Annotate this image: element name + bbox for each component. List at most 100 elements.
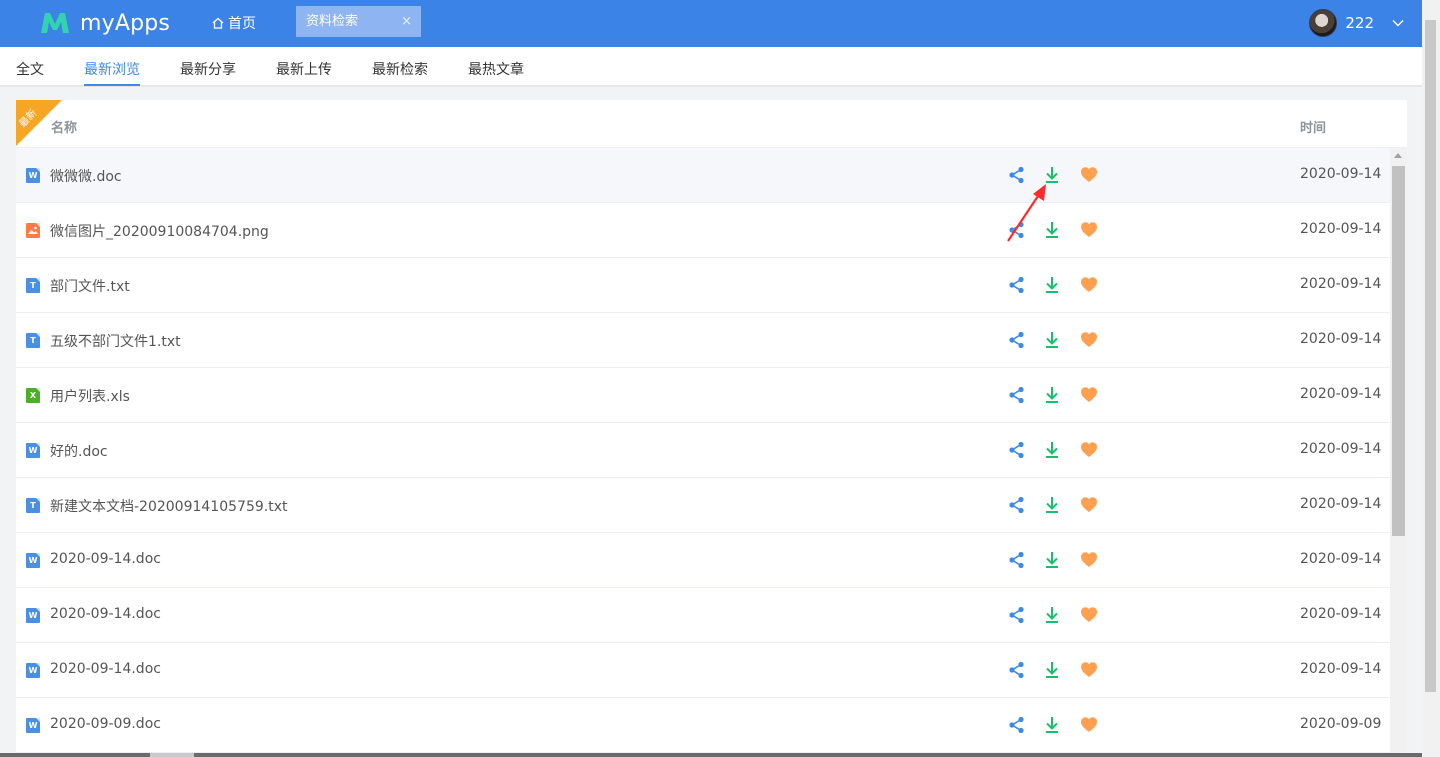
heart-icon[interactable] [1080, 551, 1100, 571]
download-icon[interactable] [1044, 331, 1064, 351]
close-icon[interactable]: × [401, 6, 412, 37]
doc-file-icon: W [26, 663, 40, 678]
chevron-down-icon [1382, 19, 1404, 27]
file-time: 2020-09-14 [1300, 276, 1382, 292]
heart-icon[interactable] [1080, 331, 1100, 351]
doc-file-icon: W [26, 718, 40, 733]
file-time: 2020-09-14 [1300, 441, 1382, 457]
user-name: 222 [1345, 14, 1374, 32]
file-name[interactable]: 好的.doc [50, 441, 108, 461]
table-row[interactable]: W 2020-09-14.doc 2020-09-14 [16, 643, 1390, 698]
doc-file-icon: W [26, 168, 40, 183]
share-icon[interactable] [1008, 606, 1028, 626]
file-time: 2020-09-09 [1300, 716, 1382, 732]
file-name[interactable]: 2020-09-14.doc [50, 551, 161, 567]
tab-recent-searched[interactable]: 最新检索 [372, 59, 428, 79]
file-name[interactable]: 2020-09-14.doc [50, 661, 161, 677]
download-icon[interactable] [1044, 716, 1064, 736]
file-time: 2020-09-14 [1300, 661, 1382, 677]
window-scrollbar[interactable] [1422, 0, 1440, 757]
file-time: 2020-09-14 [1300, 221, 1382, 237]
heart-icon[interactable] [1080, 606, 1100, 626]
file-name[interactable]: 2020-09-14.doc [50, 606, 161, 622]
table-scrollbar[interactable] [1390, 148, 1407, 757]
bottom-scroll-thumb[interactable] [150, 753, 194, 757]
file-name[interactable]: 五级不部门文件1.txt [50, 331, 181, 351]
active-tab-indicator [84, 84, 140, 86]
heart-icon[interactable] [1080, 221, 1100, 241]
avatar [1309, 9, 1338, 37]
doc-file-icon: W [26, 608, 40, 623]
heart-icon[interactable] [1080, 441, 1100, 461]
share-icon[interactable] [1008, 331, 1028, 351]
share-icon[interactable] [1008, 551, 1028, 571]
heart-icon[interactable] [1080, 276, 1100, 296]
table-row[interactable]: W 2020-09-14.doc 2020-09-14 [16, 588, 1390, 643]
table-row[interactable]: 微信图片_20200910084704.png 2020-09-14 [16, 203, 1390, 258]
share-icon[interactable] [1008, 276, 1028, 296]
file-time: 2020-09-14 [1300, 386, 1382, 402]
download-icon[interactable] [1044, 606, 1064, 626]
txt-file-icon: T [26, 333, 40, 348]
file-name[interactable]: 微信图片_20200910084704.png [50, 221, 269, 241]
tab-full-text[interactable]: 全文 [16, 59, 44, 79]
user-menu[interactable]: 222 [1309, 9, 1404, 37]
heart-icon[interactable] [1080, 386, 1100, 406]
open-tab-label: 资料检索 [306, 14, 359, 29]
table-scroll-thumb[interactable] [1392, 166, 1405, 536]
share-icon[interactable] [1008, 661, 1028, 681]
tab-recent-shared[interactable]: 最新分享 [180, 59, 236, 79]
file-time: 2020-09-14 [1300, 551, 1382, 567]
window-scroll-thumb[interactable] [1425, 20, 1436, 692]
download-icon[interactable] [1044, 276, 1064, 296]
heart-icon[interactable] [1080, 496, 1100, 516]
table-row[interactable]: W 好的.doc 2020-09-14 [16, 423, 1390, 478]
table-row[interactable]: T 新建文本文档-20200914105759.txt 2020-09-14 [16, 478, 1390, 533]
share-icon[interactable] [1008, 441, 1028, 461]
nav-home-label: 首页 [228, 16, 256, 32]
scroll-up-icon[interactable] [1394, 153, 1402, 158]
download-icon[interactable] [1044, 661, 1064, 681]
sub-navigation: 全文 最新浏览 最新分享 最新上传 最新检索 最热文章 [0, 47, 1422, 87]
table-row[interactable]: T 五级不部门文件1.txt 2020-09-14 [16, 313, 1390, 368]
logo-m-icon [40, 11, 70, 35]
tab-recent-viewed[interactable]: 最新浏览 [84, 59, 140, 79]
download-icon[interactable] [1044, 441, 1064, 461]
txt-file-icon: T [26, 498, 40, 513]
file-name[interactable]: 新建文本文档-20200914105759.txt [50, 496, 287, 516]
png-file-icon [26, 223, 40, 238]
download-icon[interactable] [1044, 551, 1064, 571]
app-logo[interactable]: myApps [40, 8, 170, 38]
tab-hot-articles[interactable]: 最热文章 [468, 59, 524, 79]
file-name[interactable]: 2020-09-09.doc [50, 716, 161, 732]
tab-recent-uploaded[interactable]: 最新上传 [276, 59, 332, 79]
share-icon[interactable] [1008, 496, 1028, 516]
file-time: 2020-09-14 [1300, 606, 1382, 622]
app-name: myApps [80, 10, 171, 36]
table-row[interactable]: X 用户列表.xls 2020-09-14 [16, 368, 1390, 423]
share-icon[interactable] [1008, 716, 1028, 736]
new-ribbon: 最新 [16, 100, 62, 146]
heart-icon[interactable] [1080, 661, 1100, 681]
file-name[interactable]: 用户列表.xls [50, 386, 130, 406]
file-time: 2020-09-14 [1300, 496, 1382, 512]
open-tab-resource-search[interactable]: 资料检索 × [296, 6, 421, 37]
home-icon [212, 17, 224, 29]
download-icon[interactable] [1044, 496, 1064, 516]
table-row[interactable]: W 2020-09-09.doc 2020-09-09 [16, 698, 1390, 753]
download-icon[interactable] [1044, 386, 1064, 406]
bottom-scrollbar[interactable] [0, 753, 1422, 757]
file-name[interactable]: 微微微.doc [50, 166, 122, 186]
file-name[interactable]: 部门文件.txt [50, 276, 130, 296]
file-time: 2020-09-14 [1300, 166, 1382, 182]
heart-icon[interactable] [1080, 166, 1100, 186]
heart-icon[interactable] [1080, 716, 1100, 736]
nav-home-link[interactable]: 首页 [212, 13, 256, 33]
txt-file-icon: T [26, 278, 40, 293]
file-time: 2020-09-14 [1300, 331, 1382, 347]
table-row[interactable]: W 2020-09-14.doc 2020-09-14 [16, 533, 1390, 588]
table-header: 名称 时间 [16, 100, 1407, 148]
table-row[interactable]: T 部门文件.txt 2020-09-14 [16, 258, 1390, 313]
table-row[interactable]: W 微微微.doc 2020-09-14 [16, 148, 1390, 203]
share-icon[interactable] [1008, 386, 1028, 406]
